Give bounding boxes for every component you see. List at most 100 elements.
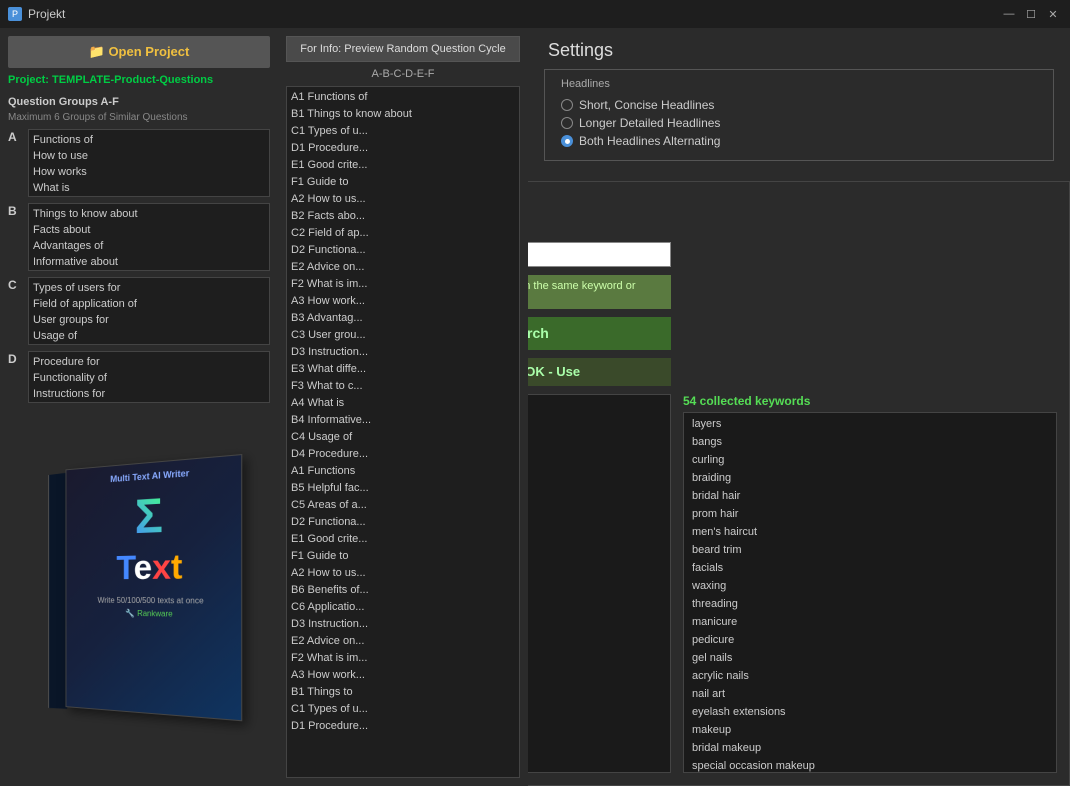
keyword-item[interactable]: lowlights (528, 487, 666, 505)
outline-item[interactable]: D1 Procedure... (291, 140, 515, 157)
outline-item[interactable]: B2 Facts abo... (291, 208, 515, 225)
keyword-item[interactable]: beach waves (528, 595, 666, 613)
keyword-item[interactable]: keratin treatment (528, 523, 666, 541)
outline-item[interactable]: F1 Guide to (291, 174, 515, 191)
keyword-item[interactable]: haircuts (528, 397, 666, 415)
group-listbox-b[interactable]: Things to know about Facts about Advanta… (28, 203, 270, 271)
collected-keyword-item[interactable]: prom hair (692, 505, 1048, 523)
group-listbox-d[interactable]: Procedure for Functionality of Instructi… (28, 351, 270, 403)
outline-item[interactable]: D3 Instruction... (291, 616, 515, 633)
keyword-item[interactable]: color correction (528, 415, 666, 433)
list-item[interactable]: User groups for (33, 312, 265, 328)
keyword-item[interactable]: balayage (528, 451, 666, 469)
list-item[interactable]: Areas of application of (33, 344, 265, 345)
radio-longer-headlines[interactable] (561, 117, 573, 129)
list-item[interactable]: Usage of (33, 328, 265, 344)
outline-item[interactable]: E2 Advice on... (291, 633, 515, 650)
collected-keyword-item[interactable]: men's haircut (692, 523, 1048, 541)
outline-item[interactable]: F2 What is im... (291, 276, 515, 293)
outline-item[interactable]: D2 Functiona... (291, 242, 515, 259)
list-item[interactable]: Helpful facts about (33, 270, 265, 271)
outline-item[interactable]: A3 How work... (291, 293, 515, 310)
outline-item[interactable]: E1 Good crite... (291, 157, 515, 174)
keyword-item[interactable]: curling iron (528, 757, 666, 773)
keyword-item[interactable]: extensions (528, 649, 666, 667)
preview-button[interactable]: For Info: Preview Random Question Cycle (286, 36, 520, 62)
outline-item[interactable]: F1 Guide to (291, 548, 515, 565)
keyword-item[interactable]: braiding (528, 613, 666, 631)
keyword-item[interactable]: scalp massage (528, 559, 666, 577)
outline-item[interactable]: F3 What to c... (291, 378, 515, 395)
outline-item[interactable]: E1 Good crite... (291, 531, 515, 548)
collected-keyword-item[interactable]: beard trim (692, 541, 1048, 559)
outline-listbox[interactable]: A1 Functions ofB1 Things to know aboutC1… (286, 86, 520, 778)
list-item[interactable]: Instructions for (33, 386, 265, 402)
outline-item[interactable]: A2 How to us... (291, 191, 515, 208)
outline-item[interactable]: B6 Benefits of... (291, 582, 515, 599)
kf-start-button[interactable]: ▶ Start search (528, 317, 671, 350)
outline-item[interactable]: A4 What is (291, 395, 515, 412)
list-item[interactable]: How works (33, 164, 265, 180)
keyword-item[interactable]: razor cut (528, 577, 666, 595)
outline-item[interactable]: C2 Field of ap... (291, 225, 515, 242)
collected-keyword-item[interactable]: bridal makeup (692, 739, 1048, 757)
collected-keyword-item[interactable]: special occasion makeup (692, 757, 1048, 773)
collected-keyword-item[interactable]: threading (692, 595, 1048, 613)
keyword-search-input[interactable] (528, 242, 671, 267)
outline-item[interactable]: B1 Things to (291, 684, 515, 701)
outline-item[interactable]: B4 Informative... (291, 412, 515, 429)
keyword-item[interactable]: fringe trim (528, 721, 666, 739)
list-item[interactable]: Things to know about (33, 206, 265, 222)
outline-item[interactable]: D4 Procedure... (291, 446, 515, 463)
outline-item[interactable]: C5 Areas of a... (291, 497, 515, 514)
group-listbox-a[interactable]: Functions of How to use How works What i… (28, 129, 270, 197)
list-item[interactable]: Functionality of (33, 370, 265, 386)
outline-item[interactable]: B3 Advantag... (291, 310, 515, 327)
outline-item[interactable]: C3 User grou... (291, 327, 515, 344)
list-item[interactable]: Field of application of (33, 296, 265, 312)
outline-item[interactable]: D3 Instruction... (291, 344, 515, 361)
collected-keyword-item[interactable]: pedicure (692, 631, 1048, 649)
outline-item[interactable]: A1 Functions (291, 463, 515, 480)
collected-keyword-item[interactable]: acrylic nails (692, 667, 1048, 685)
radio-short-headlines[interactable] (561, 99, 573, 111)
outline-item[interactable]: A1 Functions of (291, 89, 515, 106)
outline-item[interactable]: C4 Usage of (291, 429, 515, 446)
kf-keywords-list[interactable]: haircutscolor correctionblowoutbalayage h… (528, 394, 671, 773)
keyword-item[interactable]: blowout (528, 433, 666, 451)
group-listbox-c[interactable]: Types of users for Field of application … (28, 277, 270, 345)
collected-keyword-item[interactable]: braiding (692, 469, 1048, 487)
keyword-item[interactable]: perms (528, 667, 666, 685)
collected-keyword-item[interactable]: gel nails (692, 649, 1048, 667)
keyword-item[interactable]: bangs (528, 739, 666, 757)
list-item[interactable]: What is (33, 180, 265, 196)
close-button[interactable]: ✕ (1044, 5, 1062, 23)
outline-item[interactable]: D2 Functiona... (291, 514, 515, 531)
radio-both-headlines[interactable] (561, 135, 573, 147)
outline-item[interactable]: E2 Advice on... (291, 259, 515, 276)
collected-keyword-item[interactable]: manicure (692, 613, 1048, 631)
list-item[interactable]: Types of users for (33, 280, 265, 296)
kf-collected-list[interactable]: layersbangscurlingbraidingbridal hairpro… (683, 412, 1057, 773)
open-project-button[interactable]: 📁 Open Project (8, 36, 270, 68)
collected-keyword-item[interactable]: waxing (692, 577, 1048, 595)
collected-keyword-item[interactable]: nail art (692, 685, 1048, 703)
keyword-item[interactable]: updos (528, 631, 666, 649)
collected-keyword-item[interactable]: curling (692, 451, 1048, 469)
collected-keyword-item[interactable]: makeup (692, 721, 1048, 739)
keyword-item[interactable]: ombre (528, 505, 666, 523)
outline-item[interactable]: B5 Helpful fac... (291, 480, 515, 497)
collected-keyword-item[interactable]: eyelash extensions (692, 703, 1048, 721)
outline-item[interactable]: A3 How work... (291, 667, 515, 684)
outline-item[interactable]: C1 Types of u... (291, 123, 515, 140)
list-item[interactable]: Functions of (33, 132, 265, 148)
outline-item[interactable]: D1 Procedure... (291, 718, 515, 735)
collected-keyword-item[interactable]: layers (692, 415, 1048, 433)
collected-keyword-item[interactable]: bridal hair (692, 487, 1048, 505)
list-item[interactable]: Facts about (33, 222, 265, 238)
outline-item[interactable]: E3 What diffe... (291, 361, 515, 378)
keyword-item[interactable]: texturizing (528, 685, 666, 703)
keyword-item[interactable]: hair smoothing (528, 703, 666, 721)
keyword-item[interactable]: deep conditioning (528, 541, 666, 559)
list-item[interactable]: How to use (33, 148, 265, 164)
